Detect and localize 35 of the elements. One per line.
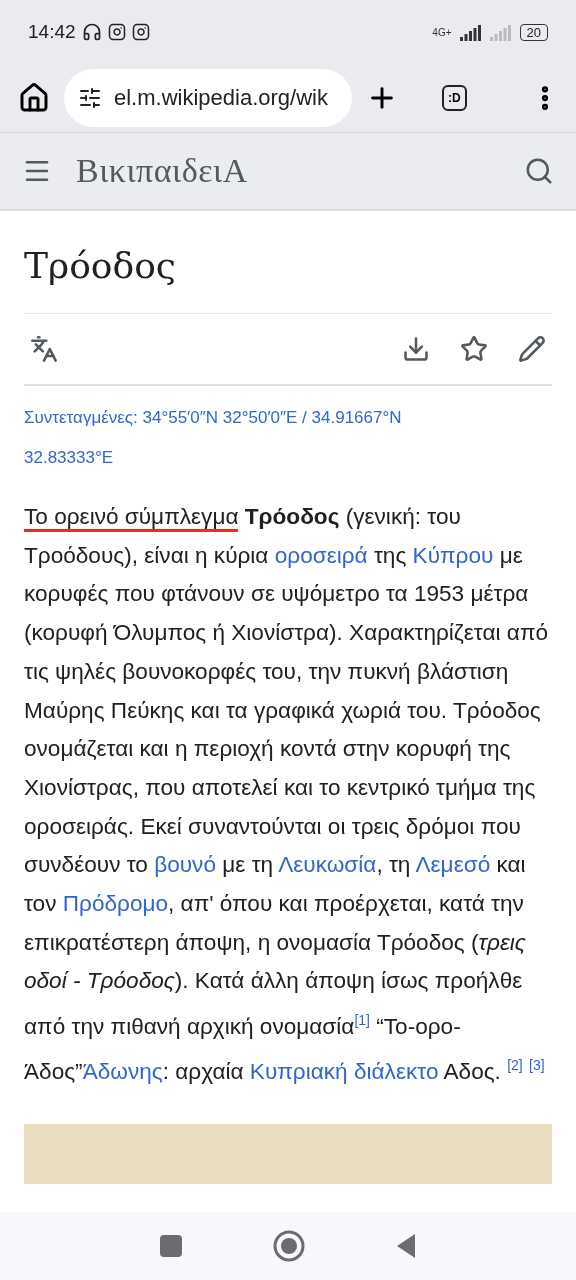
camera-app-icon <box>107 23 126 41</box>
article-link[interactable]: βουνό <box>154 852 216 878</box>
article-title: Τρόοδος <box>24 245 178 288</box>
tab-switcher-button[interactable]: :D <box>442 85 467 111</box>
article-link[interactable]: οροσειρά <box>274 542 368 568</box>
star-icon[interactable] <box>460 335 488 363</box>
pencil-icon[interactable] <box>518 335 546 363</box>
back-icon[interactable] <box>395 1233 417 1259</box>
signal-off-icon <box>489 23 512 41</box>
article-link[interactable]: Λεμεσό <box>415 852 491 878</box>
article-link[interactable]: Κυπριακή διάλεκτο <box>249 1058 439 1084</box>
reference-link[interactable]: [3] <box>529 1057 545 1074</box>
search-icon[interactable] <box>524 156 554 186</box>
home-button-icon[interactable] <box>273 1230 305 1262</box>
language-icon[interactable] <box>30 335 58 363</box>
coordinates-link[interactable]: Συντεταγμένες: 34°55′0″N 32°50′0″E / 34.91667°N 32.83333°E <box>24 398 464 478</box>
camera-app-icon <box>131 23 150 41</box>
site-settings-icon[interactable] <box>78 86 102 110</box>
article-link[interactable]: Λευκωσία <box>278 852 377 878</box>
download-icon[interactable] <box>402 335 430 363</box>
home-icon[interactable] <box>18 82 50 114</box>
reference-link[interactable]: [1] <box>354 1012 370 1029</box>
address-bar[interactable]: el.m.wikipedia.org/wik <box>64 69 352 127</box>
signal-icon <box>459 23 482 41</box>
url-text: el.m.wikipedia.org/wik <box>114 85 328 111</box>
battery-level: 20 <box>519 23 548 41</box>
article-link[interactable]: Άδωνης <box>82 1058 163 1084</box>
recents-icon[interactable] <box>159 1234 183 1258</box>
network-type: 4G+ <box>432 26 452 38</box>
article-link[interactable]: Κύπρου <box>412 542 494 568</box>
reference-link[interactable]: [2] <box>507 1057 523 1074</box>
headphones-icon <box>81 22 102 42</box>
clock-time: 14:42 <box>28 21 76 43</box>
site-logo[interactable]: ΒικιπαιδειΑ <box>76 152 248 190</box>
article-link[interactable]: Πρόδρομο <box>62 891 169 917</box>
